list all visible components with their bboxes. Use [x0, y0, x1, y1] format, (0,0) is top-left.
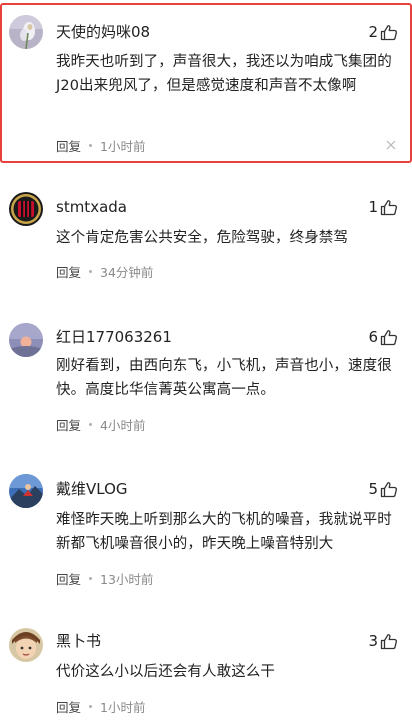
- separator-dot: [89, 422, 93, 426]
- avatar[interactable]: [9, 192, 43, 226]
- comment-text: 我昨天也听到了，声音很大，我还以为咱成飞集团的J20出来兜风了，但是感觉速度和声…: [56, 54, 392, 94]
- avatar[interactable]: [9, 15, 43, 49]
- like-button[interactable]: 6: [368, 328, 398, 346]
- thumbs-up-icon: [380, 329, 398, 345]
- thumbs-up-icon: [380, 24, 398, 40]
- username[interactable]: 黑卜书: [56, 632, 101, 650]
- like-count: 1: [368, 198, 378, 216]
- like-button[interactable]: 5: [368, 480, 398, 498]
- ac-milan-badge-avatar-icon: [9, 192, 43, 226]
- comment-time: 1小时前: [100, 699, 146, 715]
- like-count: 5: [368, 480, 378, 498]
- username[interactable]: 戴维VLOG: [56, 480, 128, 498]
- separator-dot: [89, 576, 93, 580]
- comment-item: 红日177063261 6 刚好看到，由西向东飞，小飞机，声音也小，速度很快。高…: [0, 318, 412, 438]
- comment-time: 34分钟前: [100, 264, 154, 280]
- comment-item: stmtxada 1 这个肯定危害公共安全，危险驾驶，终身禁驾 回复 34分钟前: [0, 186, 412, 296]
- like-count: 3: [368, 632, 378, 650]
- separator-dot: [89, 143, 93, 147]
- comment-meta: 回复 1小时前: [56, 697, 146, 716]
- sunset-avatar-icon: [9, 323, 43, 357]
- username[interactable]: 红日177063261: [56, 328, 172, 346]
- comment-time: 1小时前: [100, 138, 146, 154]
- mountain-person-avatar-icon: [9, 474, 43, 508]
- comment-meta: 回复 13小时前: [56, 569, 154, 588]
- like-button[interactable]: 3: [368, 632, 398, 650]
- like-button[interactable]: 2: [368, 23, 398, 41]
- comment-meta: 回复 34分钟前: [56, 262, 154, 281]
- username[interactable]: stmtxada: [56, 198, 127, 216]
- reply-button[interactable]: 回复: [56, 569, 81, 588]
- reply-button[interactable]: 回复: [56, 262, 81, 281]
- comment-text: 这个肯定危害公共安全，危险驾驶，终身禁驾: [56, 230, 348, 246]
- comment-text: 难怪昨天晚上听到那么大的飞机的噪音，我就说平时新都飞机噪音很小的，昨天晚上噪音特…: [56, 512, 392, 552]
- reply-button[interactable]: 回复: [56, 136, 81, 155]
- reply-button[interactable]: 回复: [56, 697, 81, 716]
- comment-time: 13小时前: [100, 571, 154, 587]
- separator-dot: [89, 269, 93, 273]
- comment-text: 代价这么小以后还会有人敢这么干: [56, 664, 275, 680]
- like-count: 2: [368, 23, 378, 41]
- avatar[interactable]: [9, 474, 43, 508]
- avatar[interactable]: [9, 323, 43, 357]
- like-count: 6: [368, 328, 378, 346]
- avatar[interactable]: [9, 628, 43, 662]
- comment-time: 4小时前: [100, 417, 146, 433]
- comment-meta: 回复 4小时前: [56, 415, 146, 434]
- reply-button[interactable]: 回复: [56, 415, 81, 434]
- comment-meta: 回复 1小时前: [56, 136, 146, 155]
- username[interactable]: 天使的妈咪08: [56, 23, 150, 41]
- comment-item: 天使的妈咪08 2 我昨天也听到了，声音很大，我还以为咱成飞集团的J20出来兜风…: [0, 3, 412, 163]
- separator-dot: [89, 704, 93, 708]
- like-button[interactable]: 1: [368, 198, 398, 216]
- thumbs-up-icon: [380, 199, 398, 215]
- comment-list: 天使的妈咪08 2 我昨天也听到了，声音很大，我还以为咱成飞集团的J20出来兜风…: [0, 0, 412, 728]
- thumbs-up-icon: [380, 481, 398, 497]
- comment-item: 黑卜书 3 代价这么小以后还会有人敢这么干 回复 1小时前: [0, 622, 412, 726]
- comment-text: 刚好看到，由西向东飞，小飞机，声音也小，速度很快。高度比华信菁英公寓高一点。: [56, 358, 392, 398]
- flower-photo-avatar-icon: [9, 15, 43, 49]
- comment-item: 戴维VLOG 5 难怪昨天晚上听到那么大的飞机的噪音，我就说平时新都飞机噪音很小…: [0, 468, 412, 590]
- close-icon[interactable]: [386, 140, 396, 150]
- thumbs-up-icon: [380, 633, 398, 649]
- cartoon-face-avatar-icon: [9, 628, 43, 662]
